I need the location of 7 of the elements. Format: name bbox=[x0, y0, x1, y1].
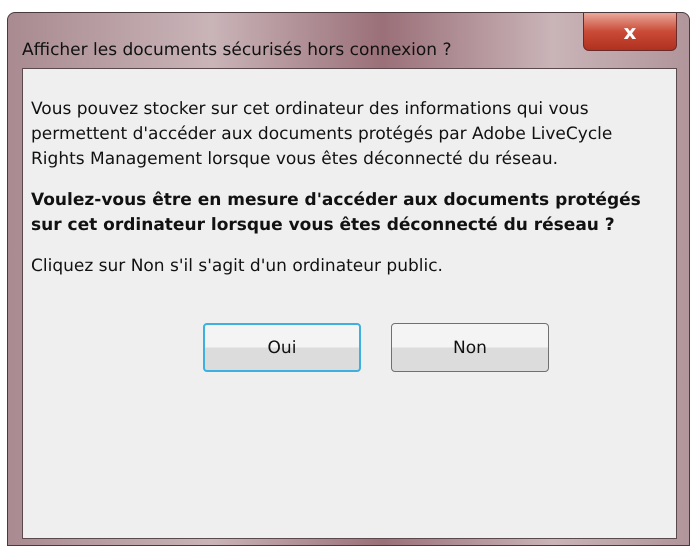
window-title: Afficher les documents sécurisés hors connexion ? bbox=[22, 40, 452, 60]
question-text: Voulez-vous être en mesure d'accéder aux documents protégés sur cet ordinateur lorsque vous êtes déconnecté du réseau ? bbox=[31, 189, 642, 237]
hint-text: Cliquez sur Non s'il s'agit d'un ordinateur public. bbox=[31, 255, 444, 278]
close-button[interactable]: x bbox=[583, 13, 677, 51]
dialog-button[interactable]: Oui bbox=[203, 323, 361, 372]
message-text: Vous pouvez stocker sur cet ordinateur des informations qui vous permettent d'accéder aux documents protégés par Adobe LiveCycle Rights Management lorsque vous êtes déconnecté du réseau. bbox=[31, 98, 614, 171]
dialog-button[interactable]: Non bbox=[391, 323, 549, 372]
